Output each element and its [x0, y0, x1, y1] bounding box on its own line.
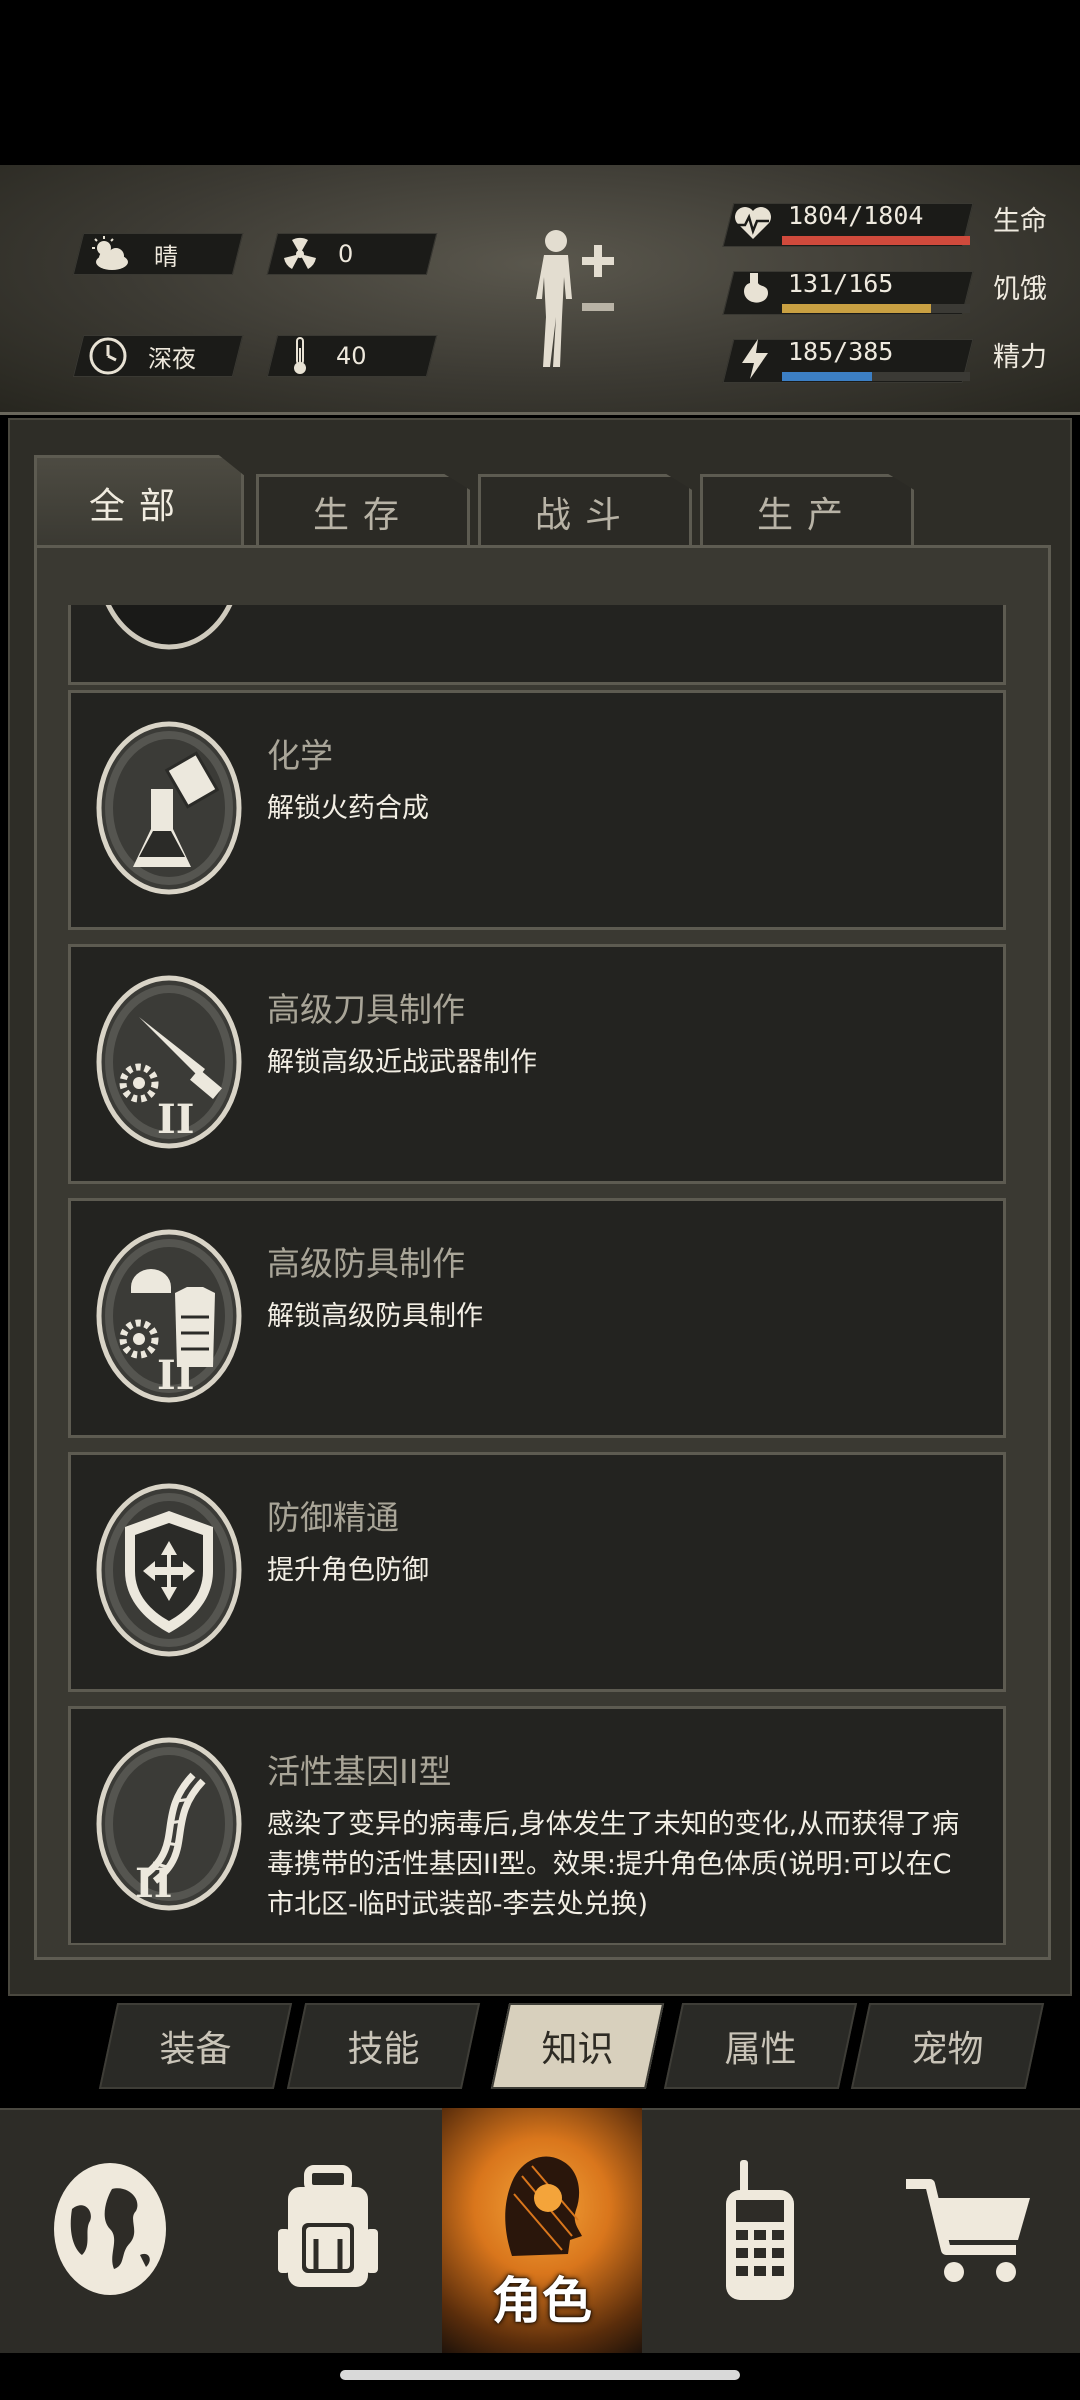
hunger-value: 131/165	[788, 269, 894, 298]
radio-icon	[700, 2154, 820, 2308]
skill-title: 高级刀具制作	[267, 990, 465, 1029]
top-black-bar	[0, 0, 1080, 165]
subtab-attributes[interactable]: 属性	[673, 2003, 848, 2089]
nav-backpack-button[interactable]	[238, 2108, 418, 2353]
energy-label: 精力	[993, 342, 1047, 373]
character-subnav: 装备 技能 知识 属性 宠物	[98, 2003, 1063, 2089]
heart-rate-icon	[733, 203, 773, 247]
energy-bar	[782, 372, 970, 381]
temperature-value: 40	[336, 342, 367, 370]
cloudy-sun-icon	[88, 236, 132, 272]
radiation-icon	[282, 236, 318, 272]
tab-production-label: 生产	[756, 494, 857, 536]
tab-survival[interactable]: 生存	[256, 474, 470, 546]
health-label: 生命	[993, 206, 1047, 237]
hunger-bar	[782, 304, 970, 313]
skill-card-active-gene[interactable]: II 活性基因II型 感染了变异的病毒后,身体发生了未知的变化,从而获得了病毒携…	[68, 1706, 1006, 1945]
chemistry-flask-icon	[95, 719, 243, 897]
armor-crafting-icon: II	[95, 1227, 243, 1405]
skill-description: 感染了变异的病毒后,身体发生了未知的变化,从而获得了病毒携带的活性基因II型。效…	[267, 1809, 960, 1920]
skill-description: 解锁火药合成	[267, 793, 429, 824]
subtab-equipment[interactable]: 装备	[108, 2003, 283, 2089]
subtab-knowledge[interactable]: 知识	[490, 2003, 665, 2089]
nav-shop-button[interactable]	[880, 2108, 1060, 2353]
character-icon	[482, 2136, 602, 2280]
tab-production[interactable]: 生产	[700, 474, 914, 546]
hunger-label: 饥饿	[993, 274, 1047, 305]
energy-value: 185/385	[788, 337, 894, 366]
energy-icon	[738, 337, 772, 385]
shopping-cart-icon	[900, 2164, 1040, 2298]
tab-combat-label: 战斗	[534, 494, 635, 536]
body-figure-icon[interactable]	[520, 227, 620, 377]
tab-survival-label: 生存	[312, 494, 413, 536]
tab-combat[interactable]: 战斗	[478, 474, 692, 546]
nav-character-button[interactable]: 角色	[442, 2108, 642, 2353]
skill-list[interactable]: 化学 解锁火药合成 II 高级刀具制作 解锁高级近战武器制作 II 高级防具制作…	[68, 605, 1006, 1945]
skill-title: 防御精通	[267, 1498, 399, 1537]
tab-all-label: 全部	[88, 485, 189, 527]
svg-text:II: II	[157, 1096, 194, 1143]
hunger-bar-fill	[782, 304, 932, 313]
stomach-icon	[738, 271, 772, 315]
shield-icon	[95, 1481, 243, 1659]
subtab-pets[interactable]: 宠物	[860, 2003, 1035, 2089]
skill-title: 化学	[267, 736, 333, 775]
clock-icon	[88, 336, 128, 376]
nav-character-label: 角色	[492, 2272, 592, 2330]
tab-all[interactable]: 全部	[34, 455, 244, 547]
time-of-day-text: 深夜	[148, 344, 196, 373]
health-bar-fill	[782, 236, 970, 245]
knife-crafting-icon: II	[95, 973, 243, 1151]
skill-description: 解锁高级近战武器制作	[267, 1047, 537, 1078]
skill-card-advanced-armor[interactable]: II 高级防具制作 解锁高级防具制作	[68, 1198, 1006, 1438]
health-value: 1804/1804	[788, 201, 924, 230]
skill-description: 解锁高级防具制作	[267, 1301, 483, 1332]
radiation-value: 0	[338, 240, 354, 268]
skill-icon-partial	[95, 605, 243, 652]
status-header: 晴 0 深夜 40 1804/1804 131/165 185/385 生命 饥…	[0, 165, 1080, 415]
nav-world-button[interactable]	[20, 2108, 200, 2353]
skill-card-chemistry[interactable]: 化学 解锁火药合成	[68, 690, 1006, 930]
thermometer-icon	[290, 336, 310, 376]
weather-text: 晴	[154, 242, 178, 271]
subtab-skills[interactable]: 技能	[296, 2003, 471, 2089]
skill-card-advanced-knife[interactable]: II 高级刀具制作 解锁高级近战武器制作	[68, 944, 1006, 1184]
skill-card-partial[interactable]	[68, 605, 1006, 685]
skill-title: 高级防具制作	[267, 1244, 465, 1283]
globe-icon	[50, 2159, 170, 2303]
dna-icon: II	[95, 1735, 243, 1913]
svg-text:II: II	[135, 1860, 172, 1907]
skill-title: 活性基因II型	[267, 1752, 452, 1791]
nav-radio-button[interactable]	[670, 2108, 850, 2353]
svg-text:II: II	[157, 1352, 194, 1399]
health-bar	[782, 236, 970, 245]
home-indicator[interactable]	[340, 2370, 740, 2380]
energy-bar-fill	[782, 372, 873, 381]
skill-card-defense-mastery[interactable]: 防御精通 提升角色防御	[68, 1452, 1006, 1692]
skill-description: 提升角色防御	[267, 1555, 429, 1586]
backpack-icon	[268, 2159, 388, 2303]
